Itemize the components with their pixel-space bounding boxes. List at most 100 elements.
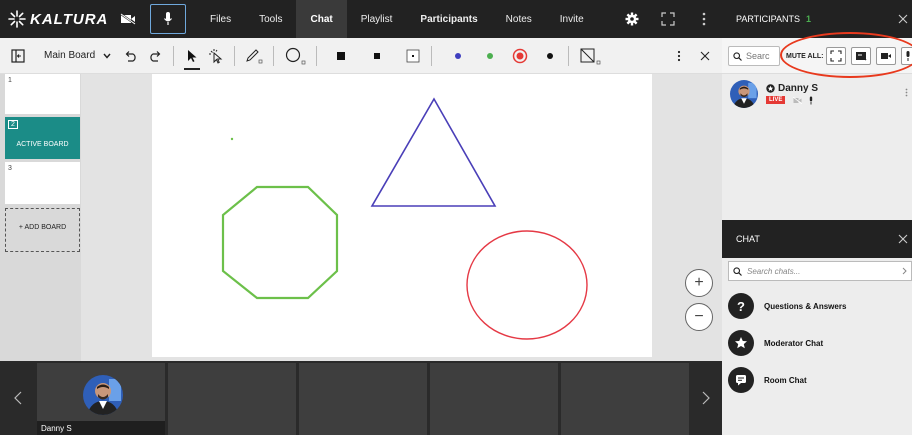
nav-item-participants[interactable]: Participants <box>406 0 491 38</box>
camera-off-button[interactable] <box>112 0 144 38</box>
microphone-icon <box>164 12 172 25</box>
chat-item-label: Moderator Chat <box>764 338 824 348</box>
more-menu-button[interactable] <box>686 0 722 38</box>
strip-prev-button[interactable] <box>0 361 36 435</box>
pen-tool-button[interactable] <box>241 38 267 74</box>
close-chat-button[interactable] <box>898 231 908 247</box>
participant-name-text: Danny S <box>778 83 819 94</box>
redo-button[interactable] <box>143 38 167 74</box>
square-small-icon <box>406 49 420 62</box>
strip-next-button[interactable] <box>690 361 722 435</box>
stroke-small-button[interactable] <box>401 38 425 74</box>
toolbar-divider <box>273 45 275 66</box>
microphone-button[interactable] <box>150 4 186 34</box>
toolbar-end-actions <box>666 38 722 74</box>
select-tool-button[interactable] <box>180 38 204 74</box>
whiteboard-area: + − <box>81 74 722 361</box>
board-number: 3 <box>8 165 12 172</box>
color-dot-icon <box>455 52 462 59</box>
participants-title: PARTICIPANTS <box>736 14 801 24</box>
question-icon: ? <box>728 293 754 319</box>
board-thumb-3[interactable]: 3 <box>5 162 80 204</box>
chat-item-room[interactable]: Room Chat <box>728 365 912 395</box>
laser-pointer-button[interactable] <box>204 38 228 74</box>
kebab-menu-icon <box>702 12 706 26</box>
shape-tool-button[interactable] <box>280 38 310 74</box>
message-icon <box>728 367 754 393</box>
logo-text: KALTURA <box>30 10 109 28</box>
board-select-label: Main Board <box>44 50 96 61</box>
color-dot-icon <box>547 52 554 59</box>
pointer-icon <box>188 49 197 62</box>
nav-item-files[interactable]: Files <box>196 0 245 38</box>
nav-item-playlist[interactable]: Playlist <box>347 0 407 38</box>
add-board-button[interactable]: + ADD BOARD <box>5 208 80 252</box>
whiteboard-toolbar: Main Board <box>0 38 722 74</box>
zoom-in-button[interactable]: + <box>685 269 713 297</box>
zoom-out-button[interactable]: − <box>685 303 713 331</box>
nav-item-tools[interactable]: Tools <box>245 0 296 38</box>
nav-item-invite[interactable]: Invite <box>546 0 598 38</box>
chevron-down-icon <box>103 53 111 59</box>
stroke-large-button[interactable] <box>329 38 353 74</box>
circle-shape <box>466 230 588 340</box>
laser-pointer-icon <box>209 48 223 64</box>
kaltura-logo: KALTURA <box>0 10 112 28</box>
chat-header: CHAT <box>722 220 912 258</box>
participants-search-input[interactable]: Searc <box>728 46 780 66</box>
toolbar-more-button[interactable] <box>666 38 692 74</box>
chevron-right-icon <box>902 267 907 275</box>
board-select[interactable]: Main Board <box>30 50 119 61</box>
chat-search-placeholder: Search chats... <box>747 266 801 276</box>
toolbar-divider <box>316 45 318 66</box>
stroke-medium-button[interactable] <box>365 38 389 74</box>
board-list: 1 2 ACTIVE BOARD 3 + ADD BOARD <box>0 74 81 361</box>
top-bar: KALTURA Files Tools Chat Playlist Participan… <box>0 0 722 38</box>
kebab-menu-icon <box>905 88 908 97</box>
top-bar-actions <box>614 0 722 38</box>
toggle-board-list-button[interactable] <box>6 38 30 74</box>
camera-off-icon[interactable] <box>792 95 802 105</box>
square-medium-icon <box>374 52 381 59</box>
board-thumb-1[interactable]: 1 <box>5 74 80 114</box>
undo-icon <box>125 50 136 62</box>
background-button[interactable] <box>575 38 605 74</box>
chat-item-questions[interactable]: ? Questions & Answers <box>728 291 912 321</box>
participant-row[interactable]: Danny S LIVE <box>722 74 912 114</box>
whiteboard-canvas[interactable] <box>152 74 652 357</box>
color-selected-ring-icon <box>512 48 528 63</box>
gear-icon <box>625 12 639 26</box>
undo-button[interactable] <box>119 38 143 74</box>
color-blue-button[interactable] <box>446 38 470 74</box>
board-thumb-2[interactable]: 2 ACTIVE BOARD <box>5 117 80 159</box>
color-red-button[interactable] <box>508 38 532 74</box>
fullscreen-icon <box>661 12 675 26</box>
nav-item-chat[interactable]: Chat <box>296 0 347 38</box>
participant-status-icons <box>792 95 820 105</box>
participant-more-button[interactable] <box>905 84 908 102</box>
chevron-right-icon <box>702 391 710 405</box>
canvas-drawing <box>221 97 588 340</box>
color-black-button[interactable] <box>538 38 562 74</box>
nav-item-notes[interactable]: Notes <box>492 0 546 38</box>
settings-button[interactable] <box>614 0 650 38</box>
close-participants-button[interactable] <box>898 11 908 27</box>
participants-header: PARTICIPANTS 1 <box>722 0 912 38</box>
board-number: 2 <box>8 120 18 129</box>
search-icon <box>733 51 742 61</box>
main-nav: Files Tools Chat Playlist Participants Notes I… <box>196 0 598 38</box>
chat-item-label: Room Chat <box>764 375 807 385</box>
active-board-label: ACTIVE BOARD <box>16 141 69 148</box>
microphone-icon[interactable] <box>806 95 816 105</box>
chat-search-input[interactable]: Search chats... <box>728 261 912 281</box>
chevron-left-icon <box>14 391 22 405</box>
avatar <box>83 375 123 415</box>
chat-item-moderator[interactable]: Moderator Chat <box>728 328 912 358</box>
triangle-shape <box>370 97 497 207</box>
video-tile-danny[interactable]: Danny S <box>37 363 165 435</box>
color-green-button[interactable] <box>478 38 502 74</box>
side-panel: PARTICIPANTS 1 Searc MUTE ALL: Danny S L… <box>722 0 912 435</box>
close-whiteboard-button[interactable] <box>692 38 718 74</box>
participants-count: 1 <box>806 14 812 24</box>
fullscreen-button[interactable] <box>650 0 686 38</box>
